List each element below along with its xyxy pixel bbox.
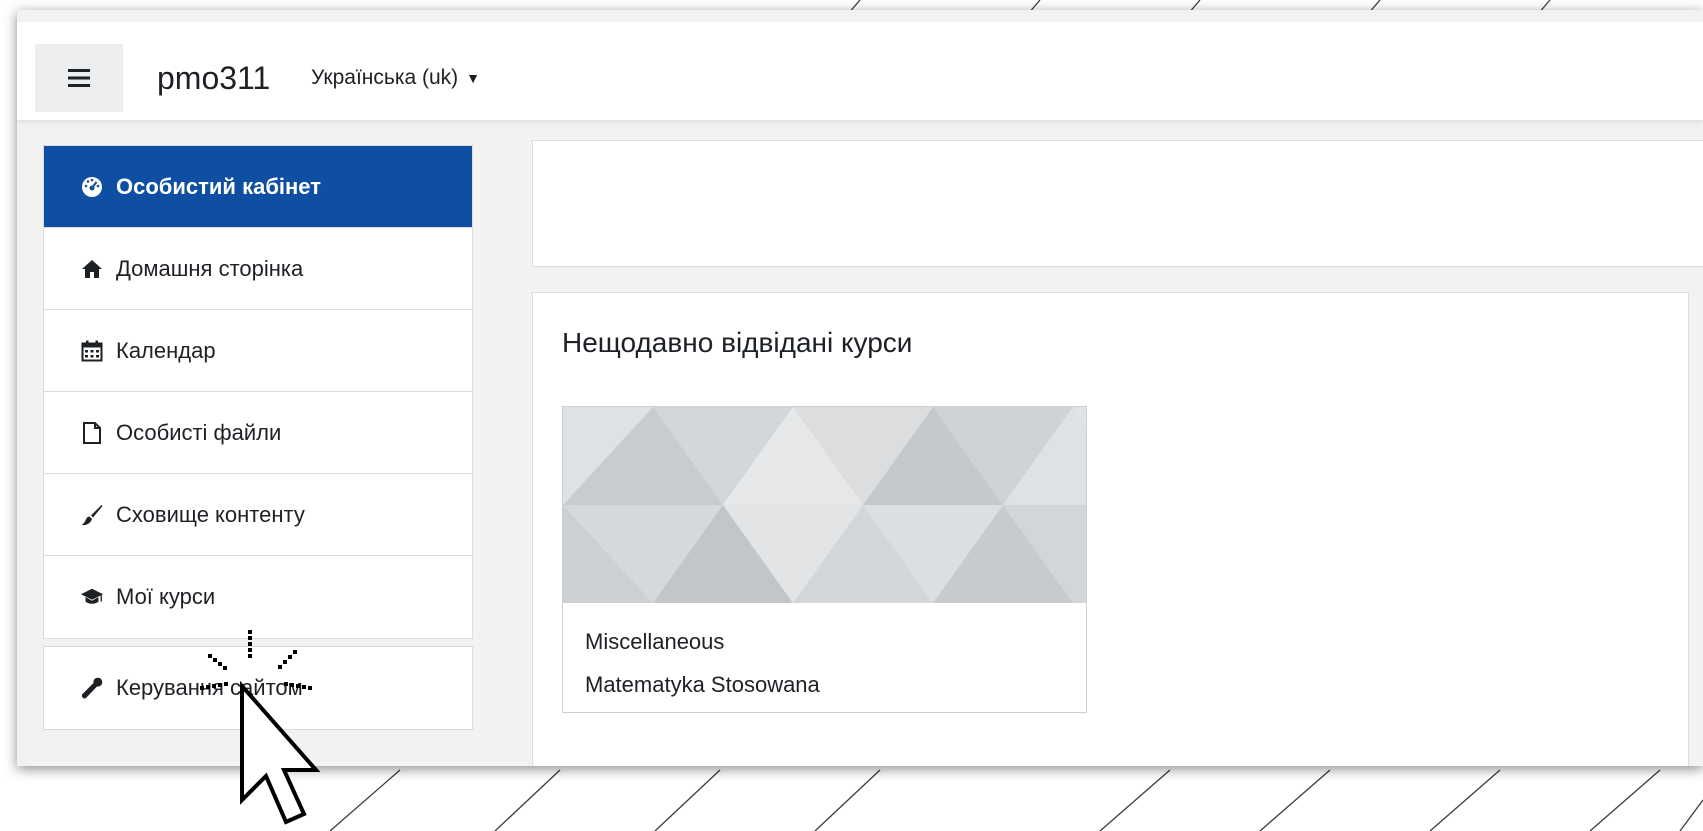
course-card[interactable]: Miscellaneous Matematyka Stosowana <box>562 406 1087 713</box>
sidebar-item-calendar[interactable]: Календар <box>44 310 472 392</box>
sidebar-item-private-files[interactable]: Особисті файли <box>44 392 472 474</box>
sidebar-item-label: Мої курси <box>116 584 216 609</box>
recent-courses-title: Нещодавно відвідані курси <box>562 327 913 358</box>
course-image <box>563 407 1086 603</box>
sidebar-item-content-bank[interactable]: Сховище контенту <box>44 474 472 556</box>
sidebar-item-label: Домашня сторінка <box>116 255 304 281</box>
menu-toggle-button[interactable] <box>35 44 123 112</box>
file-icon <box>80 421 104 445</box>
sidebar-item-label: Особистий кабінет <box>116 173 322 199</box>
sidebar-item-home[interactable]: Домашня сторінка <box>44 228 472 310</box>
course-category: Miscellaneous <box>585 629 725 654</box>
sidebar-item-label: Календар <box>116 337 216 363</box>
site-name[interactable]: pmo311 <box>157 60 270 97</box>
course-name[interactable]: Matematyka Stosowana <box>585 672 820 698</box>
recent-courses-block: Нещодавно відвідані курси Miscellaneous … <box>532 292 1689 766</box>
nav-group-main: Особистий кабінет Домашня сторінка Кален… <box>43 145 473 639</box>
paintbrush-icon <box>80 503 104 527</box>
top-navbar: pmo311 Українська (uk) ▼ <box>17 22 1703 121</box>
language-selector[interactable]: Українська (uk) ▼ <box>311 66 480 90</box>
hamburger-icon <box>68 69 90 87</box>
click-cursor-icon <box>200 630 321 825</box>
home-icon <box>80 257 104 281</box>
calendar-icon <box>80 339 104 363</box>
graduation-cap-icon <box>80 585 104 609</box>
sidebar-item-label: Особисті файли <box>116 419 282 445</box>
sidebar-item-my-courses[interactable]: Мої курси <box>44 556 472 638</box>
sidebar-item-dashboard[interactable]: Особистий кабінет <box>44 146 472 228</box>
dashboard-icon <box>80 175 104 199</box>
caret-down-icon: ▼ <box>466 70 481 86</box>
language-label: Українська (uk) <box>311 66 459 89</box>
sidebar-item-label: Сховище контенту <box>116 501 305 527</box>
page-header-card <box>532 140 1703 267</box>
wrench-icon <box>80 676 104 700</box>
